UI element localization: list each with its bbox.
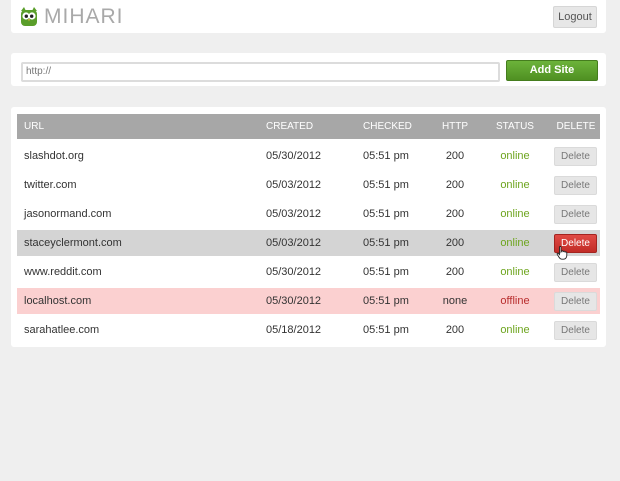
cell-created: 05/03/2012 <box>266 208 322 220</box>
delete-button[interactable]: Delete <box>554 205 597 224</box>
cell-url[interactable]: jasonormand.com <box>24 201 111 227</box>
table-row[interactable]: jasonormand.com 05/03/2012 05:51 pm 200 … <box>17 201 600 227</box>
cell-http: none <box>442 295 468 307</box>
add-site-panel: Add Site <box>11 53 606 86</box>
header-status[interactable]: STATUS <box>494 114 536 139</box>
cell-status: online <box>500 150 530 162</box>
logout-button[interactable]: Logout <box>553 6 597 28</box>
cell-status: online <box>500 324 530 336</box>
cell-status: online <box>500 266 530 278</box>
table-row[interactable]: staceyclermont.com 05/03/2012 05:51 pm 2… <box>17 230 600 256</box>
cell-status: offline <box>500 295 530 307</box>
cell-http: 200 <box>445 324 465 336</box>
cell-status: online <box>500 237 530 249</box>
cell-created: 05/30/2012 <box>266 295 322 307</box>
cell-checked: 05:51 pm <box>363 295 409 307</box>
cell-url[interactable]: twitter.com <box>24 172 77 198</box>
delete-button[interactable]: Delete <box>554 176 597 195</box>
cell-created: 05/03/2012 <box>266 179 322 191</box>
header-url[interactable]: URL <box>24 114 44 139</box>
cell-created: 05/18/2012 <box>266 324 322 336</box>
cell-url[interactable]: sarahatlee.com <box>24 317 99 343</box>
table-row[interactable]: twitter.com 05/03/2012 05:51 pm 200 onli… <box>17 172 600 198</box>
owl-logo-icon <box>20 7 38 27</box>
cell-url[interactable]: localhost.com <box>24 288 91 314</box>
cell-checked: 05:51 pm <box>363 150 409 162</box>
hand-pointer-icon <box>556 246 568 265</box>
header-checked[interactable]: CHECKED <box>363 114 412 139</box>
cell-url[interactable]: www.reddit.com <box>24 259 102 285</box>
cell-http: 200 <box>445 237 465 249</box>
brand-logo[interactable]: MIHARI <box>20 5 124 29</box>
cell-created: 05/30/2012 <box>266 150 322 162</box>
header-bar: MIHARI Logout <box>11 0 606 33</box>
cell-checked: 05:51 pm <box>363 179 409 191</box>
cell-url[interactable]: slashdot.org <box>24 143 84 169</box>
cell-status: online <box>500 179 530 191</box>
cell-status: online <box>500 208 530 220</box>
cell-checked: 05:51 pm <box>363 237 409 249</box>
header-http[interactable]: HTTP <box>435 114 475 139</box>
url-input[interactable] <box>21 62 500 82</box>
cell-checked: 05:51 pm <box>363 266 409 278</box>
brand-name: MIHARI <box>44 5 124 28</box>
table-row[interactable]: sarahatlee.com 05/18/2012 05:51 pm 200 o… <box>17 317 600 343</box>
delete-button[interactable]: Delete <box>554 263 597 282</box>
cell-http: 200 <box>445 208 465 220</box>
header-delete: DELETE <box>556 121 596 132</box>
cell-http: 200 <box>445 266 465 278</box>
add-site-button[interactable]: Add Site <box>506 60 598 81</box>
delete-button[interactable]: Delete <box>554 292 597 311</box>
table-row[interactable]: www.reddit.com 05/30/2012 05:51 pm 200 o… <box>17 259 600 285</box>
cell-checked: 05:51 pm <box>363 208 409 220</box>
table-row[interactable]: localhost.com 05/30/2012 05:51 pm none o… <box>17 288 600 314</box>
sites-table-panel: URL CREATED CHECKED HTTP STATUS DELETE s… <box>11 107 606 347</box>
cell-created: 05/30/2012 <box>266 266 322 278</box>
header-created[interactable]: CREATED <box>266 114 313 139</box>
table-row[interactable]: slashdot.org 05/30/2012 05:51 pm 200 onl… <box>17 143 600 169</box>
cell-http: 200 <box>445 179 465 191</box>
cell-created: 05/03/2012 <box>266 237 322 249</box>
cell-checked: 05:51 pm <box>363 324 409 336</box>
cell-http: 200 <box>445 150 465 162</box>
delete-button[interactable]: Delete <box>554 321 597 340</box>
cell-url[interactable]: staceyclermont.com <box>24 230 122 256</box>
table-header: URL CREATED CHECKED HTTP STATUS DELETE <box>17 114 600 139</box>
delete-button[interactable]: Delete <box>554 147 597 166</box>
